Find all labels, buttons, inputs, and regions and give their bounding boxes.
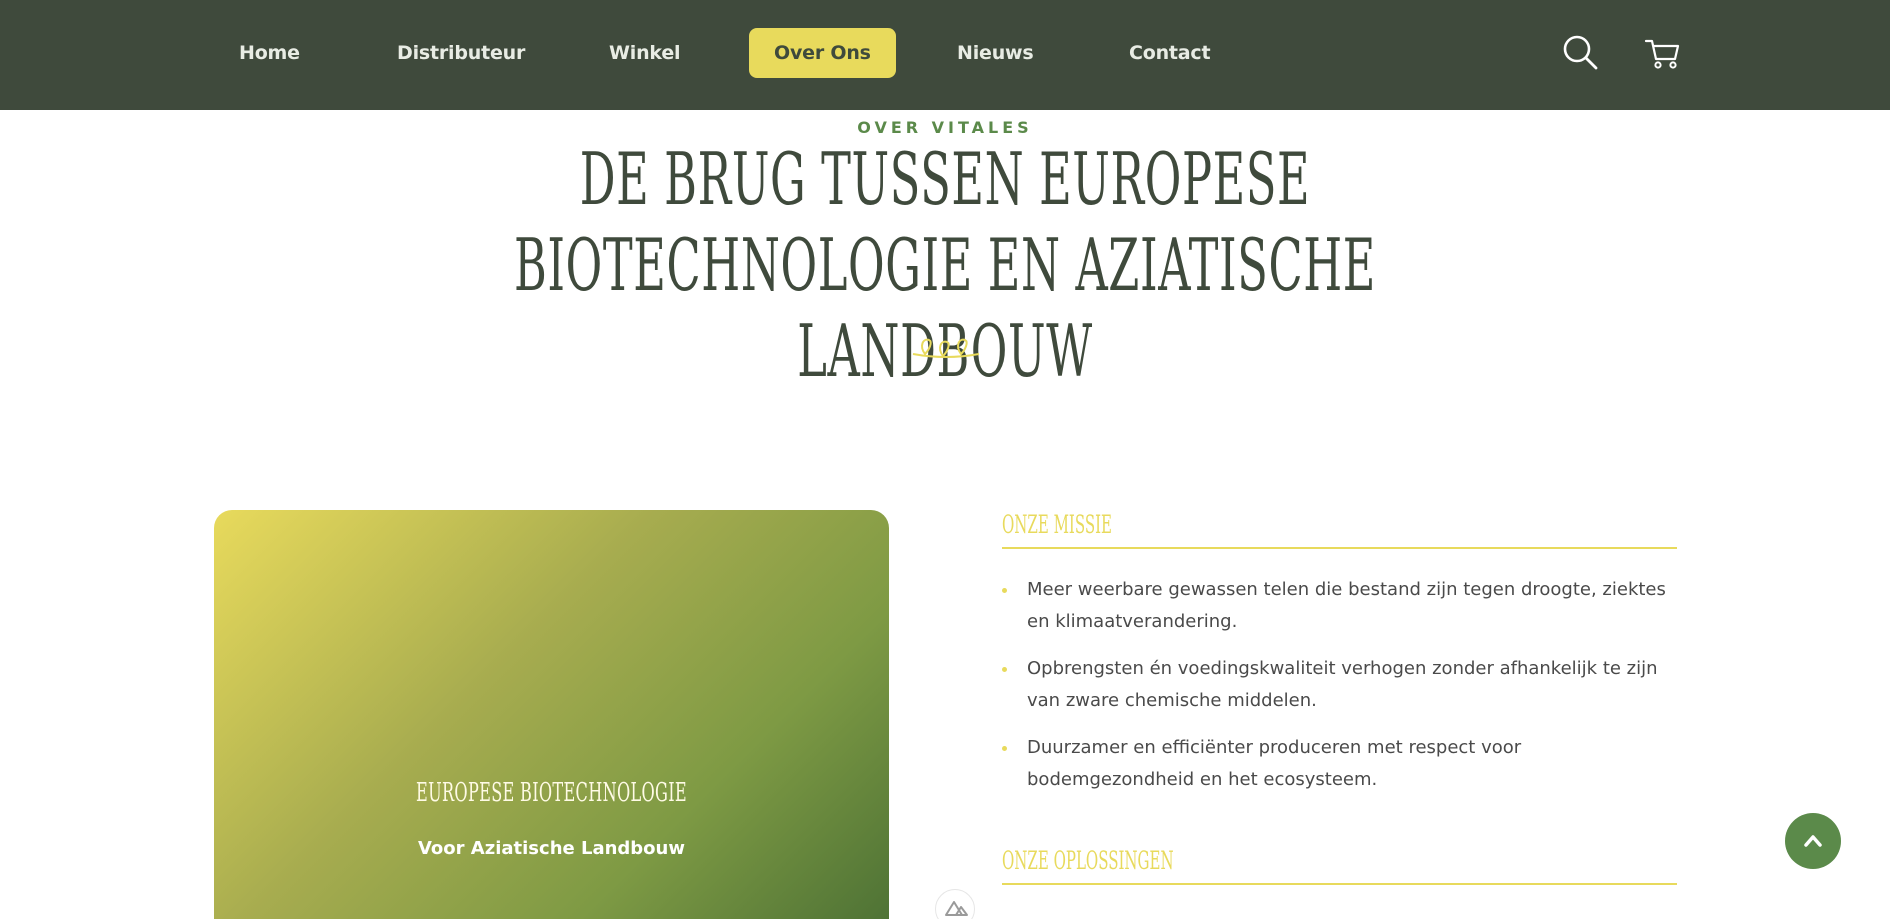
mission-list: Meer weerbare gewassen telen die bestand… — [1002, 574, 1682, 811]
nuxt-devtools-badge[interactable] — [935, 889, 975, 919]
scroll-to-top-button[interactable] — [1785, 813, 1841, 869]
chevron-up-icon — [1804, 835, 1822, 847]
list-item: Opbrengsten én voedingskwaliteit verhoge… — [1002, 653, 1682, 717]
nav-item-winkel[interactable]: Winkel — [584, 28, 705, 78]
list-item-text: Opbrengsten én voedingskwaliteit verhoge… — [1027, 658, 1658, 711]
nav-item-distributeur[interactable]: Distributeur — [372, 28, 550, 78]
nav-item-nieuws[interactable]: Nieuws — [932, 28, 1059, 78]
top-navigation-bar: Home Distributeur Winkel Over Ons Nieuws… — [0, 0, 1890, 110]
section-eyebrow: OVER VITALES — [857, 118, 1033, 137]
card-title: EUROPESE BIOTECHNOLOGIE — [416, 778, 687, 808]
bullet-icon — [1002, 588, 1007, 593]
solutions-heading: ONZE OPLOSSINGEN — [1002, 846, 1677, 885]
mission-heading: ONZE MISSIE — [1002, 510, 1677, 549]
bullet-icon — [1002, 667, 1007, 672]
nav-item-over-ons[interactable]: Over Ons — [749, 28, 896, 78]
cart-icon[interactable] — [1642, 32, 1682, 72]
list-item-text: Duurzamer en efficiënter produceren met … — [1027, 737, 1522, 790]
leaf-ornament-icon — [912, 338, 980, 358]
bullet-icon — [1002, 746, 1007, 751]
nav-item-home[interactable]: Home — [214, 28, 325, 78]
nav-item-contact[interactable]: Contact — [1104, 28, 1235, 78]
card-subtitle: Voor Aziatische Landbouw — [417, 838, 685, 859]
mission-heading-text: ONZE MISSIE — [1002, 510, 1113, 539]
list-item: Duurzamer en efficiënter produceren met … — [1002, 732, 1682, 796]
feature-card: EUROPESE BIOTECHNOLOGIE Voor Aziatische … — [214, 510, 889, 919]
search-icon[interactable] — [1560, 32, 1600, 72]
solutions-heading-text: ONZE OPLOSSINGEN — [1002, 846, 1174, 875]
nuxt-logo-icon — [945, 901, 968, 916]
list-item: Meer weerbare gewassen telen die bestand… — [1002, 574, 1682, 638]
list-item-text: Meer weerbare gewassen telen die bestand… — [1027, 579, 1666, 632]
